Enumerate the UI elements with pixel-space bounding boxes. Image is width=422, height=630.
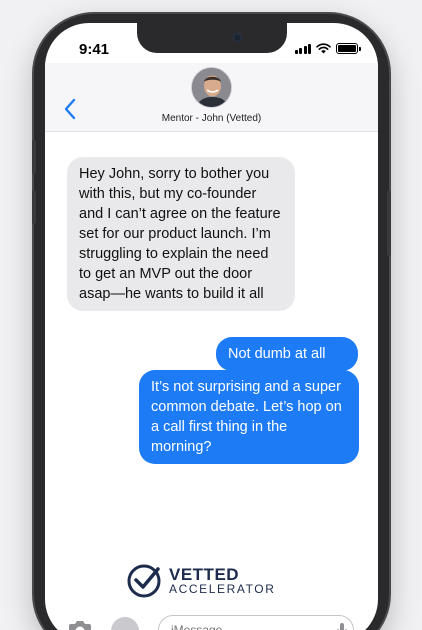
- outgoing-message-bubble: It’s not surprising and a super common d…: [139, 370, 359, 464]
- message-input-bar: [45, 613, 378, 630]
- side-button: [387, 190, 391, 256]
- battery-icon: [336, 43, 361, 54]
- incoming-message-bubble: Hey John, sorry to bother you with this,…: [67, 157, 295, 311]
- vetted-accelerator-logo: VETTED ACCELERATOR: [127, 563, 276, 599]
- side-button: [32, 190, 36, 224]
- logo-line-2: ACCELERATOR: [169, 582, 276, 596]
- conversation-header: Mentor - John (Vetted): [45, 63, 378, 132]
- outgoing-message-bubble: Not dumb at all: [216, 337, 358, 371]
- status-icons: [294, 43, 361, 54]
- side-button: [32, 140, 36, 174]
- imessage-input[interactable]: [158, 615, 354, 630]
- logo-line-1: VETTED: [169, 565, 240, 584]
- checkmark-circle-icon: [127, 564, 161, 598]
- contact-name[interactable]: Mentor - John (Vetted): [45, 113, 378, 124]
- app-store-icon[interactable]: [111, 617, 139, 630]
- microphone-icon[interactable]: [337, 623, 347, 630]
- front-camera-icon: [233, 33, 242, 42]
- notch: [137, 23, 287, 53]
- contact-avatar[interactable]: [191, 67, 232, 108]
- camera-icon[interactable]: [67, 620, 93, 630]
- cellular-signal-icon: [294, 43, 311, 54]
- avatar-portrait-icon: [192, 68, 231, 107]
- status-time: 9:41: [79, 41, 110, 58]
- wifi-icon: [316, 43, 331, 54]
- phone-screen: 9:41 Mentor - John (Vetted) Hey John, so…: [45, 23, 378, 630]
